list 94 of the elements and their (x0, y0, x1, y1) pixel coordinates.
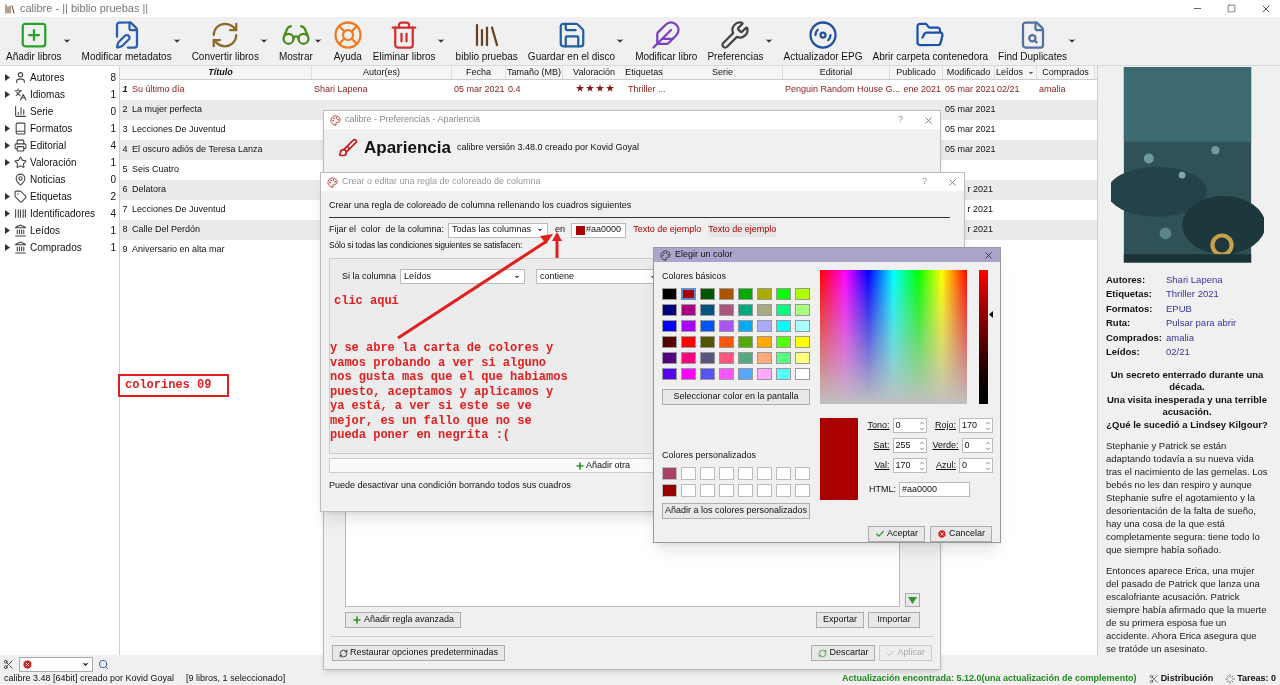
category-label: Comprados (30, 241, 83, 255)
table-cell: Lecciones De Juventud (132, 204, 226, 215)
field-label: Val: (874, 458, 890, 472)
row-number: 8 (121, 223, 129, 237)
table-cell: ene 2021 (903, 84, 941, 95)
table-cell: Calle Del Perdón (132, 224, 201, 235)
category-count: 0 (110, 105, 116, 119)
intro-text: Crear una regla de coloreado de columna rellenando los cuadros siguientes (329, 199, 633, 212)
category-count: 0 (110, 173, 116, 187)
category-count: 2 (110, 190, 116, 204)
category-count: 1 (110, 241, 116, 255)
sample-text: Texto de ejemplo (633, 223, 702, 237)
category-label: Noticias (30, 173, 67, 187)
conditions-label: Sólo si todas las condiciones siguientes se satisfacen: (329, 238, 523, 252)
table-cell: La mujer perfecta (132, 104, 203, 115)
table-cell: 05 mar 2021 (945, 84, 996, 95)
tagline-text: Un secreto enterrado durante una década. (1109, 368, 1265, 394)
annotation-text: y se abre la carta de colores y vamos probando a ver si alguno nos gusta mas que el que habiamos puesto, aceptamos y aplicamos y ya está, a ver si este se ve mejor, es un fallo que no se pueda poner en negrita :( (330, 341, 568, 443)
basic-colors-label: Colores básicos (662, 270, 728, 283)
table-cell: El oscuro adiós de Teresa Lanza (132, 144, 263, 155)
table-cell: 05 mar 2021 (945, 144, 996, 155)
annotation-label: colorines 09 (118, 374, 229, 397)
category-label: Formatos (30, 122, 74, 136)
category-label: Leídos (30, 224, 62, 238)
detail-label: Leídos: (1106, 345, 1141, 359)
table-cell: Thriller ... (628, 84, 666, 95)
category-count: 8 (110, 71, 116, 85)
table-cell: Lecciones De Juventud (132, 124, 226, 135)
category-label: Valoración (30, 156, 78, 170)
row-number: 2 (121, 103, 129, 117)
field-label: Tono: (867, 418, 890, 432)
category-count: 4 (110, 139, 116, 153)
table-cell: 05 mar 2021 (945, 124, 996, 135)
table-cell: Su último día (132, 84, 185, 95)
annotation-text: clic aquí (334, 293, 399, 310)
table-cell: r 2021 (967, 184, 993, 195)
table-cell: Seis Cuatro (132, 164, 180, 175)
table-cell: r 2021 (967, 204, 993, 215)
table-cell: Delatora (132, 184, 167, 195)
field-label: Verde: (932, 438, 959, 452)
table-cell: 05 mar 2021 (945, 104, 996, 115)
dialog-heading: Apariencia (364, 136, 451, 159)
window-title: calibre - || biblio pruebas || (20, 1, 149, 17)
field-label: Azul: (936, 458, 956, 472)
dialog-title: Elegir un color (675, 248, 734, 262)
category-label: Serie (30, 105, 55, 119)
category-label: Autores (30, 71, 66, 85)
row-number: 3 (121, 123, 129, 137)
tagline-text: Una visita inesperada y una terrible acusación. (1106, 393, 1268, 419)
row-number: 7 (121, 203, 129, 217)
row-number: 4 (121, 143, 129, 157)
table-cell: 02/21 (997, 84, 1020, 95)
custom-colors-label: Colores personalizados (662, 448, 758, 462)
row-number: 1 (121, 83, 129, 97)
table-cell: Shari Lapena (314, 84, 368, 95)
sample-text: Texto de ejemplo (708, 223, 777, 237)
detail-label: Autores: (1106, 272, 1147, 286)
dialog-title: Crear o editar una regla de coloreado de columna (342, 175, 542, 189)
footnote-text: Puede desactivar una condición borrando todos sus cuadros (329, 479, 571, 493)
field-label: HTML: (869, 482, 896, 496)
category-count: 1 (110, 122, 116, 136)
category-label: Editorial (30, 139, 68, 153)
set-color-label: Fijar el color de la columna: (329, 223, 445, 237)
description-paragraph: Stephanie y Patrick se están adaptando todavía a su nueva vida tras el nacimiento de las gemelas. Los bebés no les dan respiro y aunque Stephanie sufre el agotamiento y la desorientación de la falta de sueño, hay una cosa de la que está completamente segura: tiene todo lo que siempre había soñado. (1106, 439, 1268, 556)
tagline-text: ¿Qué le sucedió a Lindsey Kilgour? (1106, 418, 1268, 431)
row-number: 6 (121, 183, 129, 197)
category-count: 1 (110, 88, 116, 102)
category-label: Idiomas (30, 88, 66, 102)
category-label: Etiquetas (30, 190, 73, 204)
row-number: 9 (121, 243, 129, 257)
in-label: en (555, 223, 566, 237)
detail-label: Ruta: (1106, 316, 1132, 330)
dialog-subtitle: calibre versión 3.48.0 creado por Kovid Goyal (456, 140, 640, 154)
table-cell: r 2021 (967, 224, 993, 235)
detail-label: Comprados: (1106, 330, 1163, 344)
field-label: Sat: (873, 438, 890, 452)
condition-label: Si la columna (342, 270, 397, 283)
row-number: 5 (121, 163, 129, 177)
detail-label: Formatos: (1106, 301, 1154, 315)
detail-label: Etiquetas: (1106, 287, 1153, 301)
category-count: 1 (110, 224, 116, 238)
category-count: 1 (110, 156, 116, 170)
description-paragraph: Entonces aparece Erica, una mujer del pasado de Patrick que lanza una escalofriante acusación. Patrick siempre había afirmado que la muerte de su primera esposa fue un accidente. Ahora Erica asegura que se tratóde un asesinato. (1106, 564, 1268, 655)
table-cell: amalia (1039, 84, 1066, 95)
category-count: 4 (110, 207, 116, 221)
table-cell: 05 mar 2021 (454, 84, 505, 95)
status-text: calibre 3.48 [64bit] creado por Kovid Goyal (4, 672, 175, 685)
table-cell: 0.4 (508, 84, 521, 95)
table-cell: Penguin Random House G... (785, 84, 901, 95)
field-label: Rojo: (935, 418, 956, 432)
table-cell: Aniversario en alta mar (132, 244, 225, 255)
status-count: [9 libros, 1 seleccionado] (186, 672, 286, 685)
category-label: Identificadores (30, 207, 97, 221)
dialog-title: calibre - Preferencias - Apariencia (345, 113, 482, 127)
